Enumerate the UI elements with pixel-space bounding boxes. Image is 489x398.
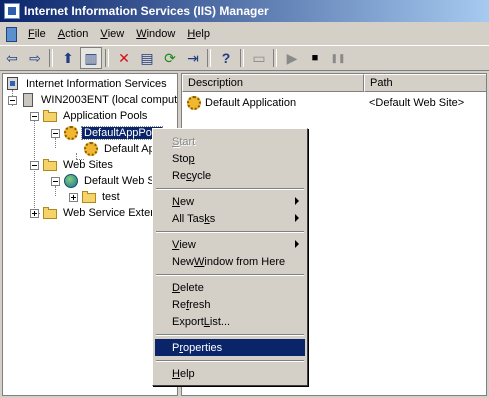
context-new[interactable]: New xyxy=(155,193,305,210)
menu-bar: File Action View Window Help xyxy=(0,24,489,44)
application-icon xyxy=(83,141,99,157)
context-stop[interactable]: Sto p xyxy=(155,150,305,167)
tree-label: Application Pools xyxy=(63,110,148,122)
menu-file[interactable]: File xyxy=(22,25,52,43)
iis-app-icon xyxy=(4,3,20,19)
context-help[interactable]: Help xyxy=(155,365,305,382)
folder-icon xyxy=(42,108,58,124)
folder-icon xyxy=(42,205,58,221)
context-new-window-from-here[interactable]: New Window from Here xyxy=(155,253,305,270)
tree-label: Default Ap xyxy=(104,143,155,155)
tree-label: Web Service Exter xyxy=(63,207,154,219)
context-start[interactable]: Start xyxy=(155,133,305,150)
up-folder-icon[interactable]: ⬆ xyxy=(57,47,79,69)
tree-label: test xyxy=(102,191,120,203)
context-view[interactable]: View xyxy=(155,236,305,253)
tree-label: Internet Information Services xyxy=(26,78,167,90)
toolbar-separator xyxy=(273,49,277,67)
toolbar-separator xyxy=(207,49,211,67)
tree-node-web-sites[interactable]: Web Sites xyxy=(30,157,115,173)
help-icon[interactable]: ? xyxy=(215,47,237,69)
delete-icon[interactable]: ✕ xyxy=(113,47,135,69)
context-delete[interactable]: Delete xyxy=(155,279,305,296)
row-description: Default Application xyxy=(205,97,297,109)
folder-icon xyxy=(42,157,58,173)
menu-help[interactable]: Help xyxy=(181,25,216,43)
submenu-arrow-icon xyxy=(295,197,299,205)
menu-separator xyxy=(156,274,304,276)
iis-manager-window: Internet Information Services (IIS) Mana… xyxy=(0,0,489,398)
tree-node-default-web-site[interactable]: Default Web S xyxy=(51,173,157,189)
title-bar: Internet Information Services (IIS) Mana… xyxy=(0,0,489,22)
application-icon xyxy=(186,95,202,111)
expand-icon[interactable] xyxy=(30,208,39,218)
submenu-arrow-icon xyxy=(295,240,299,248)
tree-node-web-service-extensions[interactable]: Web Service Exter xyxy=(30,205,156,221)
web-site-globe-icon xyxy=(63,173,79,189)
folder-icon xyxy=(81,189,97,205)
tree-label: DefaultAppPool xyxy=(80,126,164,140)
collapse-icon[interactable] xyxy=(51,176,60,186)
tree-label: Default Web S xyxy=(84,175,155,187)
tree-node-server[interactable]: WIN2003ENT (local comput xyxy=(8,92,178,108)
back-arrow-icon[interactable]: ⇦ xyxy=(1,47,23,69)
collapse-icon[interactable] xyxy=(51,128,60,138)
toolbar-separator xyxy=(240,49,244,67)
menu-separator xyxy=(156,231,304,233)
column-header-path[interactable]: Path xyxy=(364,74,486,92)
collapse-icon[interactable] xyxy=(30,111,39,121)
menu-separator xyxy=(156,188,304,190)
menu-separator xyxy=(156,360,304,362)
list-row-path[interactable]: <Default Web Site> xyxy=(369,94,464,112)
submenu-arrow-icon xyxy=(295,214,299,222)
tree-node-application-pools[interactable]: Application Pools xyxy=(30,108,149,124)
forward-arrow-icon[interactable]: ⇨ xyxy=(24,47,46,69)
list-row[interactable]: Default Application xyxy=(186,94,296,112)
context-menu: Start Sto p Re c ycle New All Tas k s View Ne… xyxy=(152,128,308,386)
tree-label: Web Sites xyxy=(63,159,113,171)
menu-window[interactable]: Window xyxy=(130,25,181,43)
server-icon xyxy=(20,92,36,108)
menu-view[interactable]: View xyxy=(94,25,130,43)
menu-separator xyxy=(156,334,304,336)
toolbar-separator xyxy=(105,49,109,67)
context-properties[interactable]: Pr operties xyxy=(155,339,305,356)
show-hide-tree-icon[interactable]: ▥ xyxy=(80,47,102,69)
console-menu-icon[interactable] xyxy=(4,26,20,42)
stop-icon[interactable]: ■ xyxy=(304,47,326,69)
properties-icon[interactable]: ▤ xyxy=(136,47,158,69)
tree-node-iis-root[interactable]: Internet Information Services xyxy=(5,76,169,92)
collapse-icon[interactable] xyxy=(8,95,17,105)
computer-icon[interactable]: ▭ xyxy=(248,47,270,69)
context-all-tasks[interactable]: All Tas k s xyxy=(155,210,305,227)
row-path: <Default Web Site> xyxy=(369,97,465,109)
context-refresh[interactable]: Re f resh xyxy=(155,296,305,313)
column-header-description[interactable]: Description xyxy=(182,74,364,92)
tree-node-default-application[interactable]: Default Ap xyxy=(83,141,157,157)
play-icon[interactable]: ▶ xyxy=(281,47,303,69)
window-title: Internet Information Services (IIS) Mana… xyxy=(24,4,269,18)
iis-root-icon xyxy=(5,76,21,92)
collapse-icon[interactable] xyxy=(30,160,39,170)
pause-icon[interactable]: ❚❚ xyxy=(327,47,349,69)
toolbar-separator xyxy=(49,49,53,67)
toolbar: ⇦ ⇨ ⬆ ▥ ✕ ▤ ⟳ ⇥ ? ▭ ▶ ■ ❚❚ xyxy=(0,45,489,71)
context-export-list[interactable]: Export List... xyxy=(155,313,305,330)
menu-action[interactable]: Action xyxy=(52,25,95,43)
tree-node-test[interactable]: test xyxy=(69,189,122,205)
tree-label: WIN2003ENT (local comput xyxy=(41,94,178,106)
app-pool-icon xyxy=(63,125,79,141)
expand-icon[interactable] xyxy=(69,192,78,202)
tree-node-defaultapppool[interactable]: DefaultAppPool xyxy=(51,125,164,141)
context-recycle[interactable]: Re c ycle xyxy=(155,167,305,184)
refresh-icon[interactable]: ⟳ xyxy=(159,47,181,69)
export-list-icon[interactable]: ⇥ xyxy=(182,47,204,69)
